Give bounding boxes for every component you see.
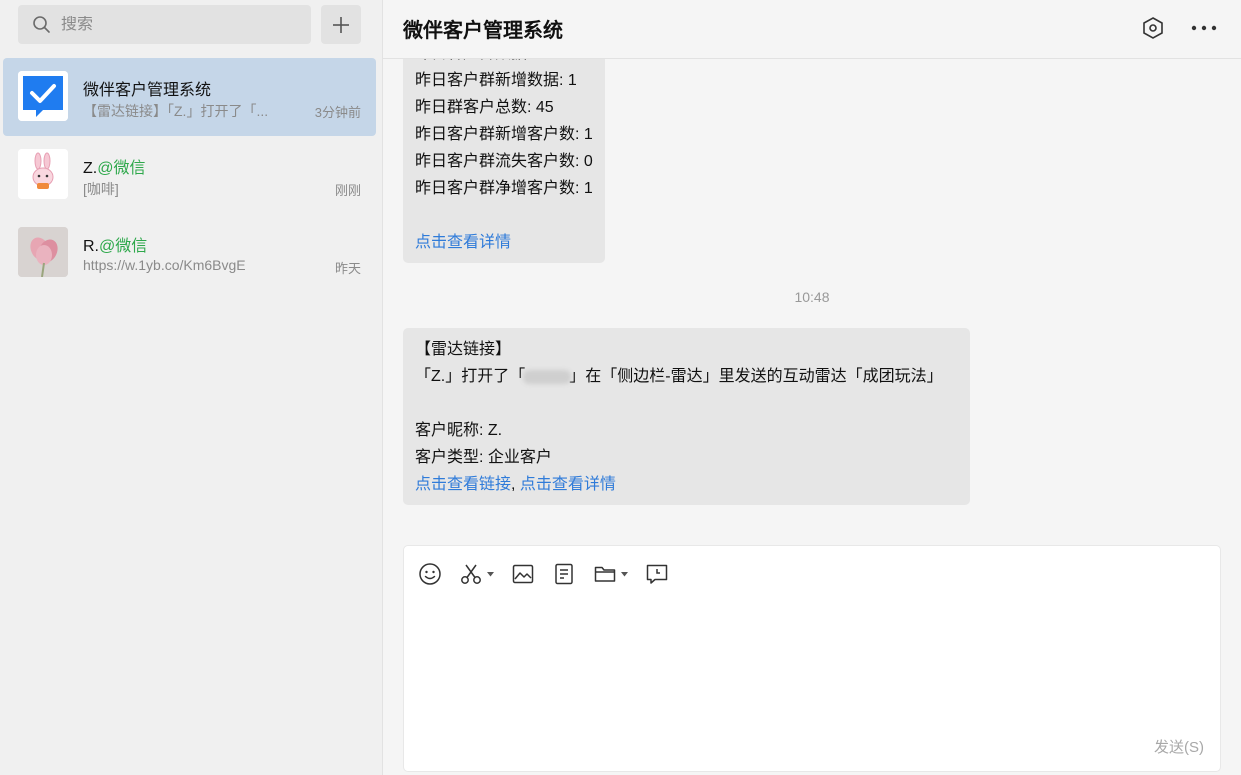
chat-history-icon <box>646 564 668 584</box>
chat-header: 微伴客户管理系统 <box>383 0 1241 59</box>
conversation-time: 3分钟前 <box>314 105 361 120</box>
message-bubble-stats: 昨日客户群数据: 30 昨日客户群新增数据: 1 昨日群客户总数: 45 昨日客… <box>403 40 605 263</box>
message-line: 昨日群客户总数: 45 <box>415 99 554 116</box>
document-icon <box>555 563 573 585</box>
avatar <box>18 149 68 199</box>
conversation-preview: 【雷达链接】「Z.」打开了「... <box>83 103 269 119</box>
flower-avatar-icon <box>18 227 68 277</box>
redacted-text <box>523 369 572 384</box>
conversation-item-r[interactable]: R.@微信 https://w.1yb.co/Km6BvgE 昨天 <box>3 214 376 292</box>
app-window: 微伴客户管理系统 【雷达链接】「Z.」打开了「... 3分钟前 <box>0 0 1241 775</box>
conversation-name: R.@微信 <box>83 238 148 255</box>
conversation-item-weiban[interactable]: 微伴客户管理系统 【雷达链接】「Z.」打开了「... 3分钟前 <box>3 58 376 136</box>
message-area[interactable]: 昨日客户群数据: 30 昨日客户群新增数据: 1 昨日群客户总数: 45 昨日客… <box>383 0 1241 530</box>
customer-type: 客户类型: 企业客户 <box>415 449 552 466</box>
conversation-time: 刚刚 <box>334 183 361 198</box>
image-button[interactable] <box>511 560 535 588</box>
folder-icon <box>594 566 616 582</box>
message-timestamp: 10:48 <box>794 289 830 305</box>
message-line: 昨日客户群净增客户数: 1 <box>415 180 593 197</box>
view-details-link[interactable]: 点击查看详情 <box>415 234 511 251</box>
message-composer: 发送(S) <box>403 545 1221 772</box>
message-line: 昨日客户群新增数据: 1 <box>415 72 577 89</box>
image-icon <box>512 564 534 584</box>
chat-panel: 昨日客户群数据: 30 昨日客户群新增数据: 1 昨日群客户总数: 45 昨日客… <box>383 0 1241 775</box>
search-row <box>18 5 361 45</box>
screenshot-button[interactable] <box>459 560 494 588</box>
more-icon <box>1191 25 1217 31</box>
more-button[interactable] <box>1190 14 1218 42</box>
conversation-preview: https://w.1yb.co/Km6BvgE <box>83 257 246 273</box>
link-separator: , <box>511 476 520 493</box>
bunny-avatar-icon <box>18 149 68 199</box>
radar-title: 【雷达链接】 <box>415 341 512 358</box>
folder-button[interactable] <box>593 560 628 588</box>
conversation-time: 昨天 <box>334 261 361 276</box>
search-icon <box>33 16 50 33</box>
emoji-button[interactable] <box>418 560 442 588</box>
view-link-link[interactable]: 点击查看链接 <box>415 476 511 493</box>
send-button[interactable]: 发送(S) <box>1154 736 1204 757</box>
chat-history-button[interactable] <box>645 560 669 588</box>
conversation-item-z[interactable]: Z.@微信 [咖啡] 刚刚 <box>3 136 376 214</box>
app-logo-icon <box>18 71 68 121</box>
radar-description: 「Z.」打开了「 」在「侧边栏-雷达」里发送的互动雷达「成团玩法」 <box>415 368 943 385</box>
conversation-preview: [咖啡] <box>83 181 119 197</box>
emoji-icon <box>419 563 441 585</box>
message-line: 昨日客户群新增客户数: 1 <box>415 126 593 143</box>
sidebar: 微伴客户管理系统 【雷达链接】「Z.」打开了「... 3分钟前 <box>0 0 383 775</box>
settings-button[interactable] <box>1139 14 1167 42</box>
document-button[interactable] <box>552 560 576 588</box>
add-button[interactable] <box>321 5 361 44</box>
conversation-name: 微伴客户管理系统 <box>83 82 212 99</box>
composer-toolbar <box>418 560 686 588</box>
conversation-list: 微伴客户管理系统 【雷达链接】「Z.」打开了「... 3分钟前 Z.@微信 [咖… <box>3 58 376 292</box>
caret-down-icon[interactable] <box>487 571 494 577</box>
search-input[interactable] <box>61 15 281 34</box>
view-details-link[interactable]: 点击查看详情 <box>520 476 616 493</box>
chat-title: 微伴客户管理系统 <box>403 20 563 42</box>
conversation-name: Z.@微信 <box>83 160 146 177</box>
caret-down-icon[interactable] <box>621 571 628 577</box>
scissors-icon <box>461 564 481 584</box>
hexagon-settings-icon <box>1143 17 1163 39</box>
avatar <box>18 227 68 277</box>
plus-icon <box>333 16 349 33</box>
search-box[interactable] <box>18 5 311 44</box>
message-input[interactable] <box>418 602 1206 731</box>
message-bubble-radar: 【雷达链接】 「Z.」打开了「 」在「侧边栏-雷达」里发送的互动雷达「成团玩法」 … <box>403 328 970 505</box>
customer-nickname: 客户昵称: Z. <box>415 422 503 439</box>
message-line: 昨日客户群流失客户数: 0 <box>415 153 593 170</box>
avatar <box>18 71 68 121</box>
